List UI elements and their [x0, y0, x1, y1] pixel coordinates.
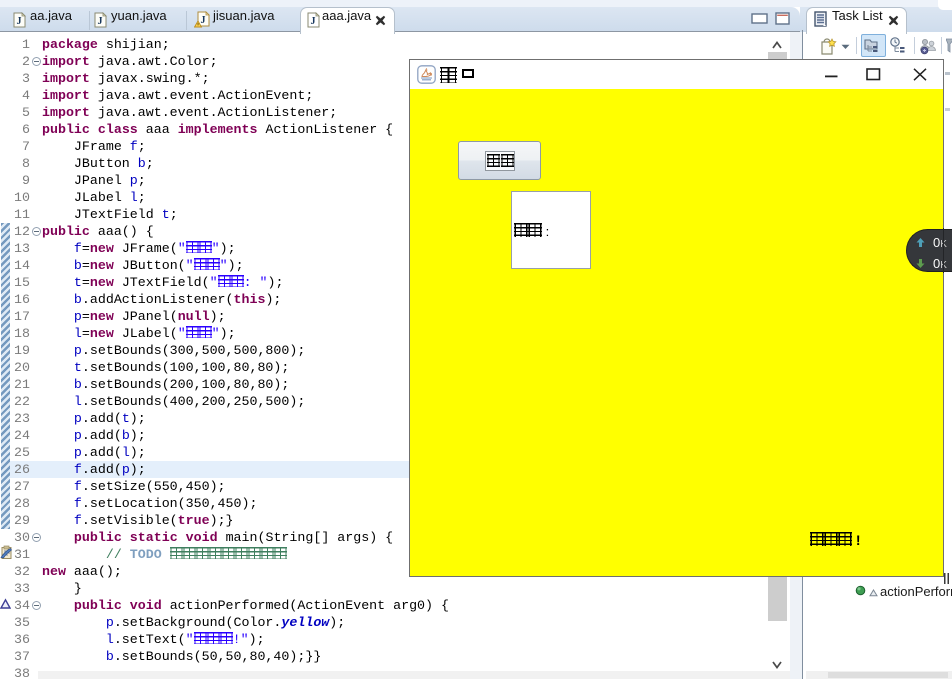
- svg-text:J: J: [98, 16, 103, 27]
- svg-text:J: J: [311, 16, 316, 27]
- svg-text:J: J: [17, 16, 22, 27]
- svg-text:J: J: [201, 15, 206, 26]
